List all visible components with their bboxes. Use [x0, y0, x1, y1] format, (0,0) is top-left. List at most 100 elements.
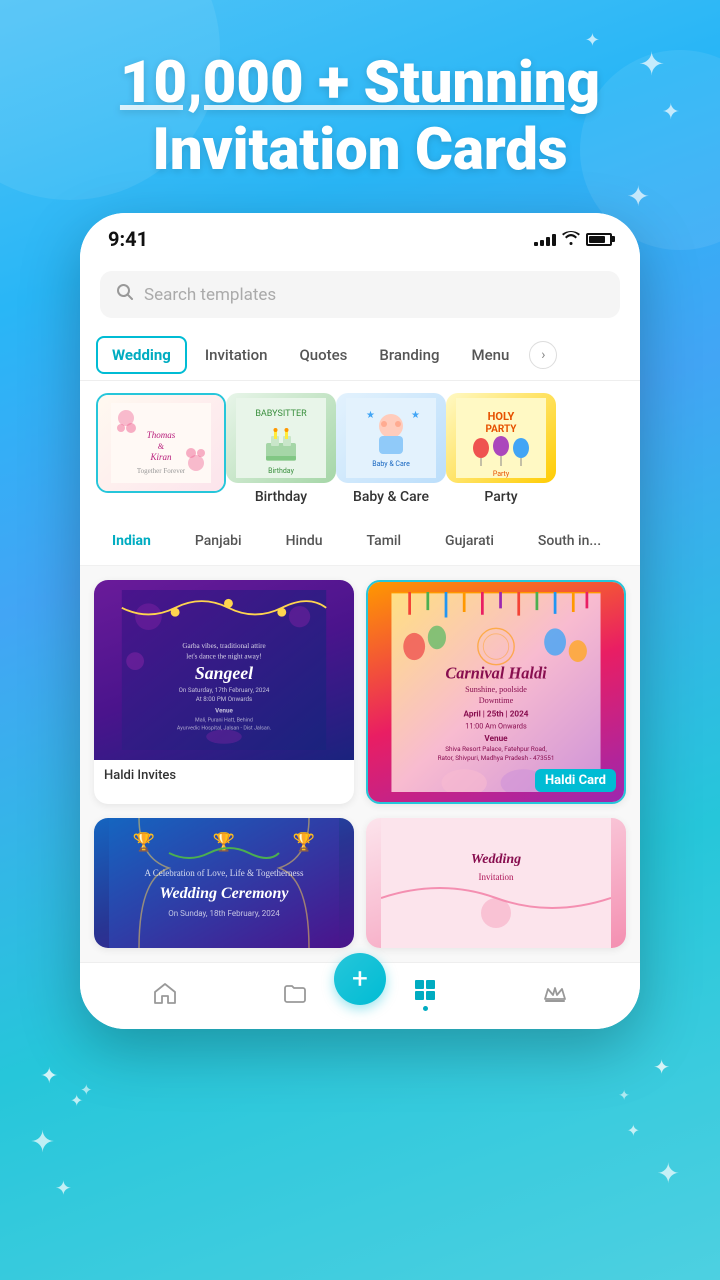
nav-item-folder[interactable]: [282, 981, 308, 1007]
babycare-card-label: Baby & Care: [353, 489, 429, 505]
tab-wedding[interactable]: Wedding: [96, 336, 187, 374]
status-icons: [534, 230, 612, 249]
template-card-birthday[interactable]: BABYSITTER Birthday Birth: [226, 393, 336, 505]
svg-text:April | 25th | 2024: April | 25th | 2024: [464, 709, 529, 719]
svg-text:&: &: [158, 442, 165, 451]
tab-menu[interactable]: Menu: [457, 338, 523, 372]
svg-text:Birthday: Birthday: [268, 467, 294, 475]
svg-text:Sangeel: Sangeel: [195, 663, 253, 683]
haldi-invites-image: Garba vibes, traditional attire let's da…: [94, 580, 354, 760]
nav-item-crown[interactable]: [542, 981, 568, 1007]
svg-text:let's dance the night away!: let's dance the night away!: [186, 653, 262, 661]
invitation-card-haldi-card[interactable]: Carnival Haldi Sunshine, poolside Downti…: [366, 580, 626, 804]
filter-chip-south-indian[interactable]: South in...: [522, 527, 617, 555]
wedding-ceremony-visual: 🏆 🏆 🏆 A Celebration of Love, Life & Toge…: [94, 818, 354, 948]
templates-icon: [412, 977, 438, 1003]
filter-chip-gujarati[interactable]: Gujarati: [429, 527, 510, 555]
svg-text:🏆: 🏆: [293, 831, 315, 853]
category-tabs: Wedding Invitation Quotes Branding Menu …: [80, 330, 640, 381]
wedding-pink-image: Wedding Invitation: [366, 818, 626, 948]
second-row-cards: 🏆 🏆 🏆 A Celebration of Love, Life & Toge…: [80, 818, 640, 962]
sparkle-bottom-left-large: ✦: [30, 1125, 55, 1160]
svg-text:Mali, Purani Hatt, Behind: Mali, Purani Hatt, Behind: [195, 718, 253, 724]
tab-invitation[interactable]: Invitation: [191, 338, 282, 372]
filter-chip-indian[interactable]: Indian: [96, 527, 167, 555]
filter-chip-panjabi[interactable]: Panjabi: [179, 527, 258, 555]
svg-text:Party: Party: [493, 470, 510, 478]
party-card-image: HOLY PARTY Party: [446, 393, 556, 483]
sparkle-bottom-right-small: ✦: [627, 1121, 640, 1140]
sparkle-bottom-right-large: ✦: [657, 1157, 680, 1190]
tab-branding[interactable]: Branding: [365, 338, 453, 372]
header-title-line1: 10,000 + Stunning: [120, 49, 600, 117]
haldi-card-badge: Haldi Card: [535, 769, 616, 792]
bottom-left-sparkle-cluster: ✦: [40, 1064, 58, 1089]
wifi-icon: [562, 230, 580, 249]
phone-mockup: 9:41: [80, 213, 640, 1029]
svg-text:Invitation: Invitation: [479, 872, 514, 882]
battery-icon: [586, 233, 612, 246]
status-time: 9:41: [108, 227, 148, 251]
battery-fill: [589, 236, 605, 243]
template-card-party[interactable]: HOLY PARTY Party Party: [446, 393, 556, 505]
nav-item-home[interactable]: [152, 981, 178, 1007]
signal-bar-4: [552, 234, 556, 246]
haldi-invites-caption: Haldi Invites: [94, 760, 354, 791]
svg-text:Baby & Care: Baby & Care: [372, 460, 410, 468]
svg-text:Rator, Shivpuri, Madhya Prades: Rator, Shivpuri, Madhya Pradesh - 473551: [438, 755, 555, 763]
templates-active-dot: [423, 1006, 428, 1011]
haldi-card-image: Carnival Haldi Sunshine, poolside Downti…: [368, 582, 624, 802]
template-card-wedding[interactable]: Thomas & Kiran Together Forever: [96, 393, 226, 505]
wedding-card-visual: Thomas & Kiran Together Forever: [98, 395, 224, 491]
wedding-pink-visual: Wedding Invitation: [366, 818, 626, 948]
birthday-card-visual: BABYSITTER Birthday: [226, 393, 336, 483]
fab-plus-icon: +: [352, 965, 368, 993]
folder-icon: [282, 981, 308, 1007]
tab-more-button[interactable]: ›: [529, 341, 557, 369]
number-highlight: 10,000 + Stunning: [120, 49, 600, 117]
birthday-card-image: BABYSITTER Birthday: [226, 393, 336, 483]
svg-text:Carnival Haldi: Carnival Haldi: [445, 664, 547, 683]
svg-text:PARTY: PARTY: [486, 424, 518, 435]
content-grid: Garba vibes, traditional attire let's da…: [80, 566, 640, 818]
invitation-card-wedding-ceremony[interactable]: 🏆 🏆 🏆 A Celebration of Love, Life & Toge…: [94, 818, 354, 948]
search-icon: [116, 283, 134, 306]
bottom-spacer: ✦ ✦ ✦ ✦: [0, 1029, 720, 1069]
svg-text:Thomas: Thomas: [147, 430, 176, 440]
filter-chip-hindu[interactable]: Hindu: [270, 527, 339, 555]
svg-text:Wedding: Wedding: [471, 852, 521, 867]
birthday-card-label: Birthday: [255, 489, 307, 505]
fab-add-button[interactable]: +: [334, 953, 386, 1005]
svg-text:Downtime: Downtime: [479, 696, 514, 705]
signal-bar-3: [546, 237, 550, 246]
svg-text:Shiva Resort Palace, Fatehpur: Shiva Resort Palace, Fatehpur Road,: [445, 745, 547, 753]
search-container: Search templates: [80, 259, 640, 330]
bottom-right-sparkle-small: ✦: [618, 1088, 630, 1104]
svg-text:🏆: 🏆: [133, 831, 155, 853]
party-card-label: Party: [484, 489, 517, 505]
svg-text:Kiran: Kiran: [149, 452, 172, 462]
svg-text:Together Forever: Together Forever: [137, 467, 186, 475]
filter-chip-tamil[interactable]: Tamil: [351, 527, 418, 555]
home-icon: [152, 981, 178, 1007]
tab-quotes[interactable]: Quotes: [285, 338, 361, 372]
signal-bar-1: [534, 242, 538, 246]
crown-icon: [542, 981, 568, 1007]
invitation-card-wedding-pink[interactable]: Wedding Invitation: [366, 818, 626, 948]
status-bar: 9:41: [80, 213, 640, 259]
template-card-babycare[interactable]: ★ ★ Baby & Care Baby & Care: [336, 393, 446, 505]
filter-chips-row: Indian Panjabi Hindu Tamil Gujarati Sout…: [80, 517, 640, 566]
header-title-line2: Invitation Cards: [152, 116, 567, 184]
template-cards-row: Thomas & Kiran Together Forever BABYSITT…: [80, 381, 640, 517]
svg-text:On Sunday, 18th February, 2024: On Sunday, 18th February, 2024: [168, 909, 280, 918]
nav-item-templates[interactable]: [412, 977, 438, 1011]
search-bar[interactable]: Search templates: [100, 271, 620, 318]
svg-text:Venue: Venue: [215, 707, 233, 715]
svg-text:A Celebration of Love, Life &: A Celebration of Love, Life & Togetherne…: [145, 868, 304, 878]
bottom-right-sparkle: ✦: [653, 1055, 670, 1079]
bottom-nav: +: [80, 962, 640, 1029]
wedding-ceremony-image: 🏆 🏆 🏆 A Celebration of Love, Life & Toge…: [94, 818, 354, 948]
invitation-card-haldi-invites[interactable]: Garba vibes, traditional attire let's da…: [94, 580, 354, 804]
svg-text:On Saturday, 17th February, 20: On Saturday, 17th February, 2024: [179, 687, 270, 695]
search-placeholder-text: Search templates: [144, 285, 276, 305]
